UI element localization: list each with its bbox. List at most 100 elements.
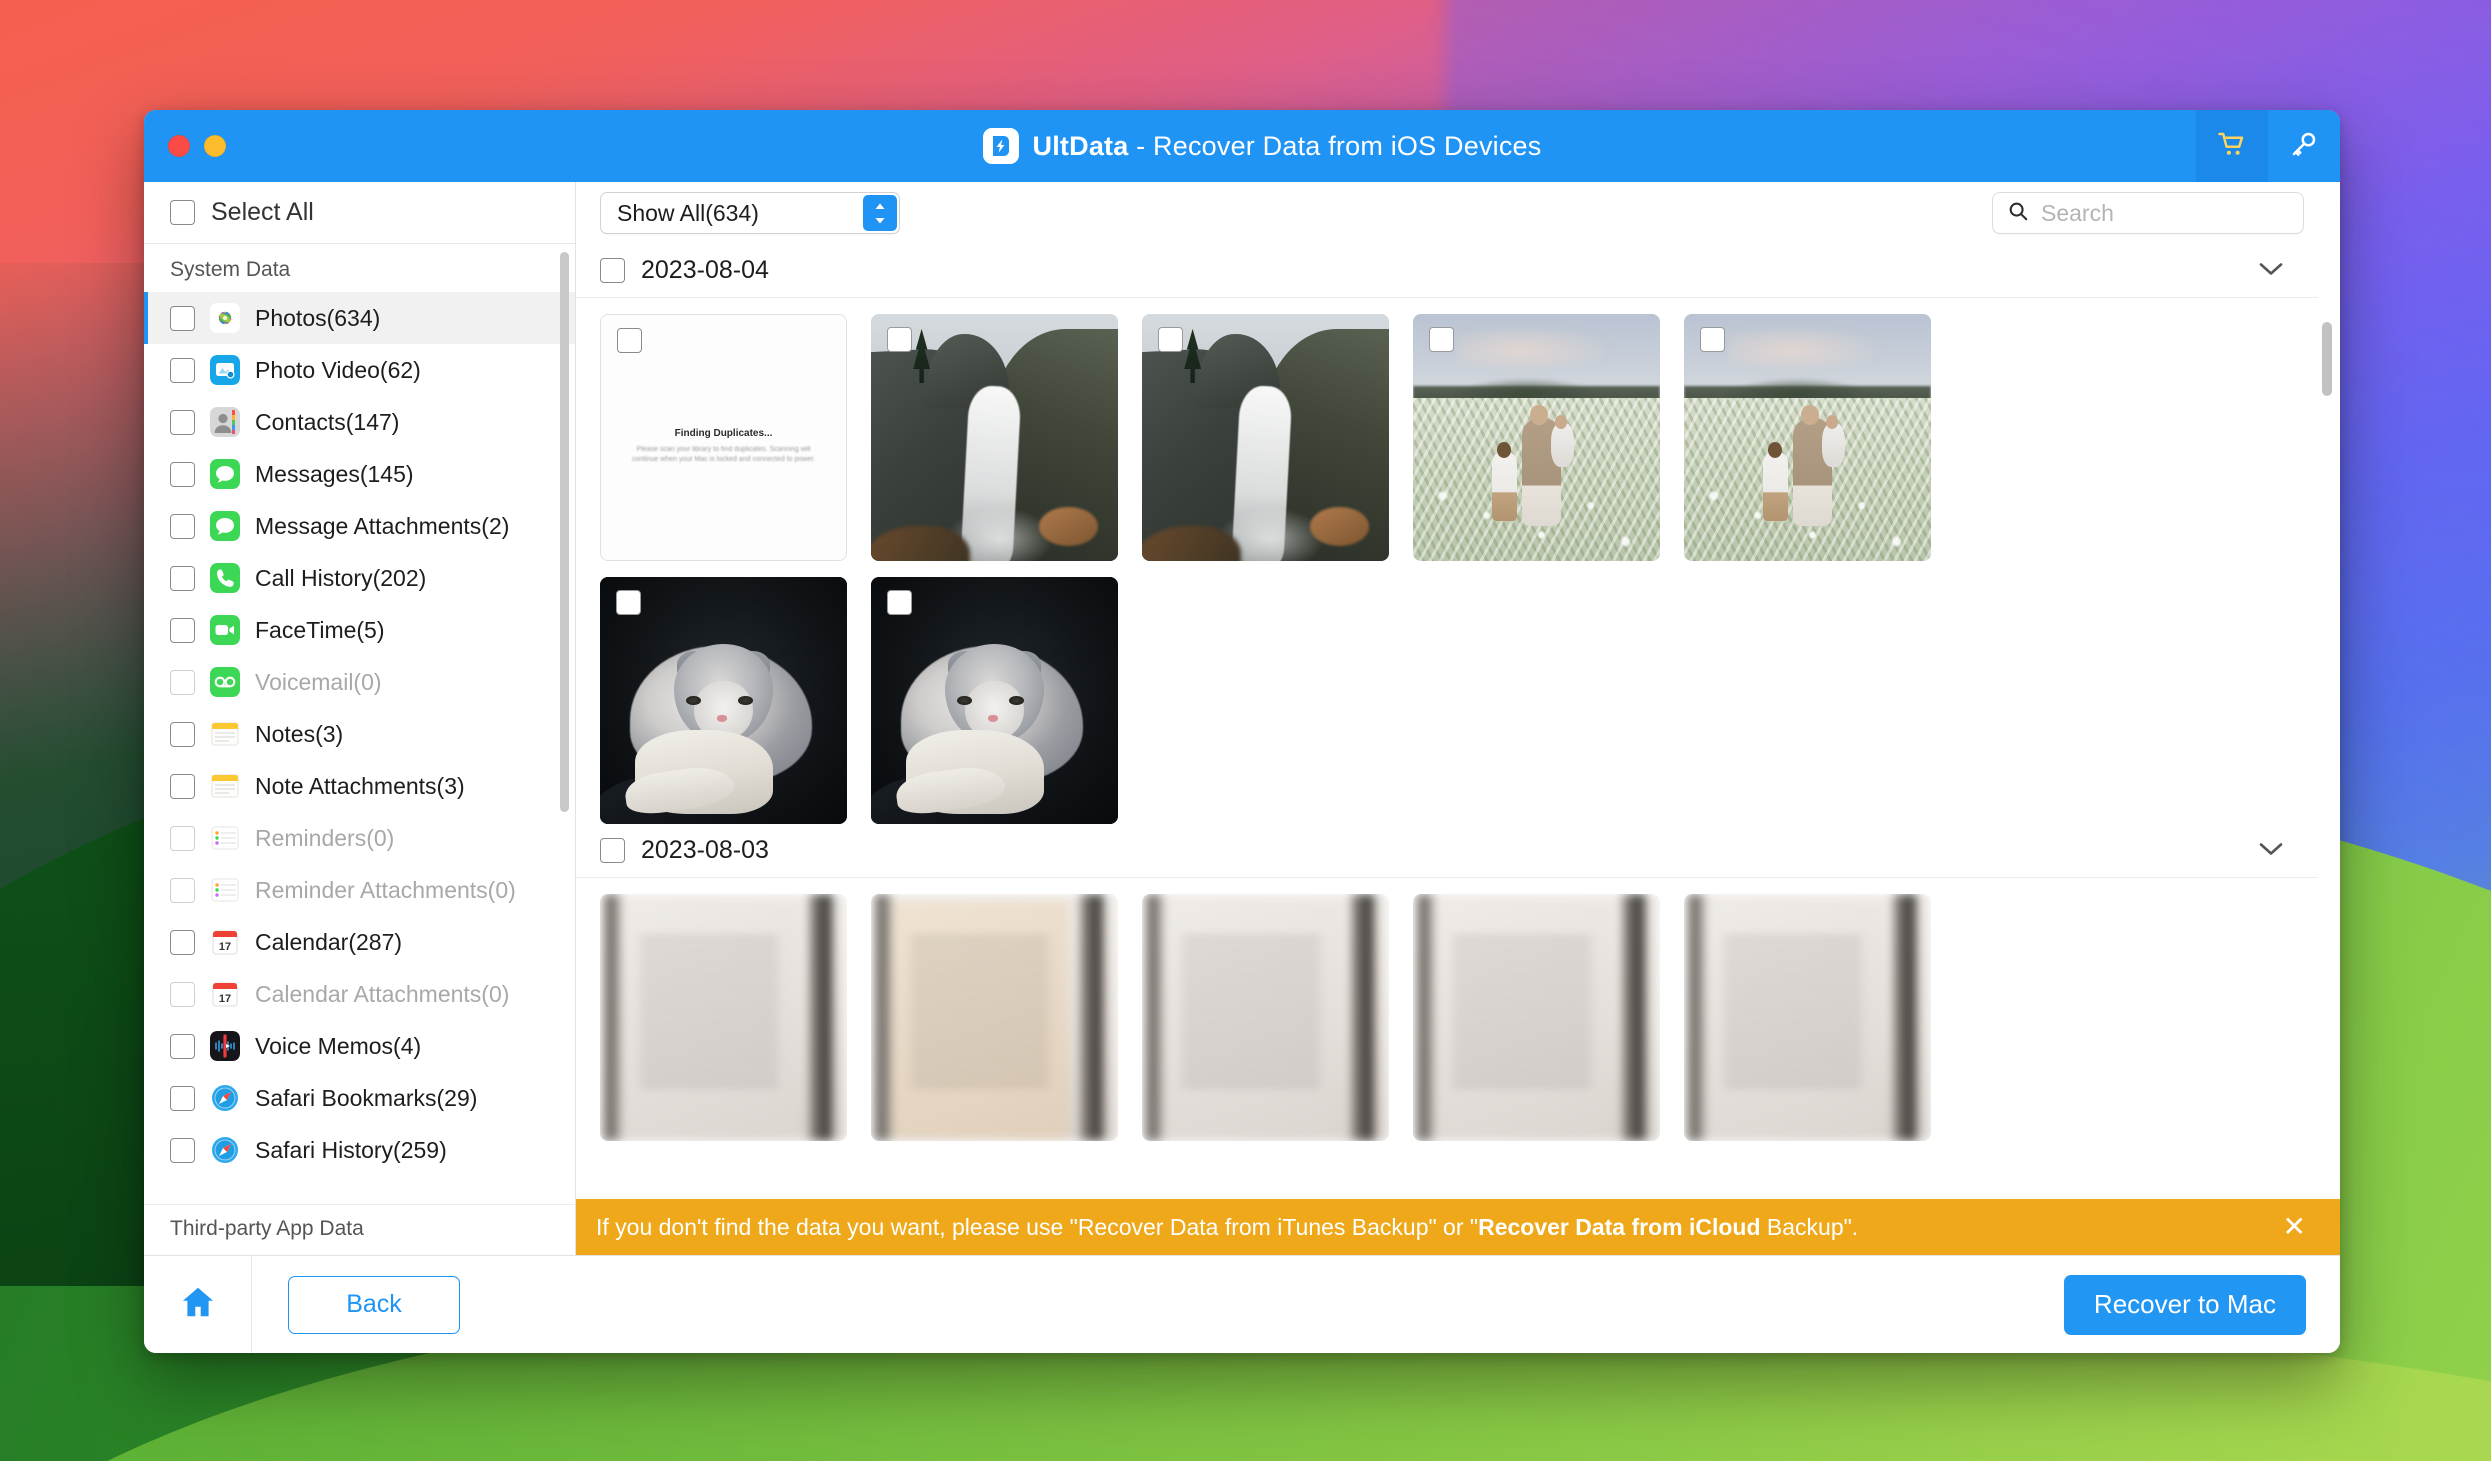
- search-icon: [2007, 200, 2029, 227]
- app-subtitle: - Recover Data from iOS Devices: [1128, 130, 1542, 161]
- sidebar-item-checkbox[interactable]: [170, 617, 195, 643]
- sidebar-item-checkbox[interactable]: [170, 825, 195, 851]
- sidebar-item-checkbox[interactable]: [170, 461, 195, 487]
- reminder-attachments-icon: [210, 875, 240, 905]
- sidebar-item-label: Reminders(0): [255, 824, 395, 851]
- sidebar-item-notes[interactable]: Notes(3): [144, 708, 575, 760]
- sidebar-item-checkbox[interactable]: [170, 513, 195, 539]
- chevron-down-icon[interactable]: [2258, 260, 2284, 281]
- traffic-light-controls: [168, 135, 226, 157]
- sidebar-item-photos[interactable]: Photos(634): [144, 292, 575, 344]
- sidebar-item-checkbox[interactable]: [170, 1137, 195, 1163]
- sidebar-item-checkbox[interactable]: [170, 877, 195, 903]
- sidebar-item-reminder-attachments[interactable]: Reminder Attachments(0): [144, 864, 575, 916]
- sidebar-item-checkbox[interactable]: [170, 1033, 195, 1059]
- window-titlebar: UltData - Recover Data from iOS Devices: [144, 110, 2340, 182]
- sidebar-item-voicemail[interactable]: Voicemail(0): [144, 656, 575, 708]
- date-group: 2023-08-03: [576, 824, 2318, 1141]
- sidebar-item-message-attachments[interactable]: Message Attachments(2): [144, 500, 575, 552]
- content-toolbar: Show All(634) Search: [576, 182, 2340, 244]
- sidebar-item-facetime[interactable]: FaceTime(5): [144, 604, 575, 656]
- home-button[interactable]: [144, 1256, 252, 1353]
- photo-thumbnail-checkbox[interactable]: [1700, 327, 1725, 352]
- close-window-button[interactable]: [168, 135, 190, 157]
- select-all-checkbox[interactable]: [170, 200, 195, 225]
- photo-thumbnail[interactable]: [871, 577, 1118, 824]
- photo-thumbnail-checkbox[interactable]: [1158, 327, 1183, 352]
- photo-thumbnail[interactable]: [600, 894, 847, 1141]
- photo-thumbnail[interactable]: [600, 577, 847, 824]
- photo-thumbnail-checkbox[interactable]: [887, 327, 912, 352]
- photo-video-icon: [210, 355, 240, 385]
- sidebar-item-contacts[interactable]: Contacts(147): [144, 396, 575, 448]
- thumbnail-row: [576, 561, 2318, 824]
- sidebar-item-safari-bookmarks[interactable]: Safari Bookmarks(29): [144, 1072, 575, 1124]
- sidebar: Select All System Data Photos(634) Photo …: [144, 182, 576, 1255]
- sidebar-item-checkbox[interactable]: [170, 669, 195, 695]
- info-banner-text-start: If you don't find the data you want, ple…: [596, 1213, 1479, 1240]
- info-banner-text: If you don't find the data you want, ple…: [596, 1214, 1858, 1241]
- photo-thumbnail[interactable]: [1684, 894, 1931, 1141]
- register-key-button[interactable]: [2268, 110, 2340, 182]
- photo-thumbnail[interactable]: [871, 314, 1118, 561]
- sidebar-item-checkbox[interactable]: [170, 1085, 195, 1111]
- photo-thumbnail-checkbox[interactable]: [617, 328, 642, 353]
- sidebar-item-checkbox[interactable]: [170, 721, 195, 747]
- ultdata-app-window: UltData - Recover Data from iOS Devices: [144, 110, 2340, 1353]
- photo-thumbnail-checkbox[interactable]: [1429, 327, 1454, 352]
- photo-thumbnail[interactable]: [1142, 314, 1389, 561]
- contacts-icon: [210, 407, 240, 437]
- select-all-row[interactable]: Select All: [144, 182, 575, 244]
- back-button[interactable]: Back: [288, 1275, 460, 1334]
- sidebar-item-checkbox[interactable]: [170, 357, 195, 383]
- photo-thumbnail-checkbox[interactable]: [616, 590, 641, 615]
- sidebar-item-checkbox[interactable]: [170, 409, 195, 435]
- date-group-header[interactable]: 2023-08-03: [576, 824, 2318, 878]
- info-banner: If you don't find the data you want, ple…: [576, 1199, 2340, 1255]
- shopping-cart-button[interactable]: [2196, 110, 2268, 182]
- show-all-filter-select[interactable]: Show All(634): [600, 192, 900, 234]
- close-icon[interactable]: ✕: [2277, 1213, 2312, 1241]
- photo-thumbnail[interactable]: [871, 894, 1118, 1141]
- sidebar-item-calendar[interactable]: 17 Calendar(287): [144, 916, 575, 968]
- photo-thumbnail[interactable]: Finding Duplicates... Please scan your li…: [600, 314, 847, 561]
- sidebar-item-checkbox[interactable]: [170, 929, 195, 955]
- chevron-down-icon[interactable]: [2258, 840, 2284, 861]
- sidebar-item-call-history[interactable]: Call History(202): [144, 552, 575, 604]
- search-field[interactable]: Search: [1992, 192, 2304, 234]
- sidebar-scrollbar-thumb[interactable]: [560, 252, 569, 812]
- photo-thumbnail[interactable]: [1413, 314, 1660, 561]
- sidebar-item-messages[interactable]: Messages(145): [144, 448, 575, 500]
- svg-text:17: 17: [219, 993, 231, 1005]
- minimize-window-button[interactable]: [204, 135, 226, 157]
- sidebar-item-calendar-attachments[interactable]: 17 Calendar Attachments(0): [144, 968, 575, 1020]
- home-icon: [179, 1283, 217, 1326]
- stepper-updown-icon[interactable]: [863, 195, 897, 231]
- sidebar-item-checkbox[interactable]: [170, 981, 195, 1007]
- date-group-header[interactable]: 2023-08-04: [576, 244, 2318, 298]
- sidebar-scroll-area[interactable]: System Data Photos(634) Photo Video(62) Co…: [144, 244, 575, 1204]
- photo-thumbnail[interactable]: [1413, 894, 1660, 1141]
- photo-thumbnail[interactable]: [1142, 894, 1389, 1141]
- search-input[interactable]: Search: [2041, 200, 2114, 227]
- date-group-label: 2023-08-03: [641, 836, 769, 864]
- photo-thumbnail-checkbox[interactable]: [887, 590, 912, 615]
- content-scrollbar-thumb[interactable]: [2322, 322, 2332, 396]
- sidebar-item-label: Calendar Attachments(0): [255, 980, 510, 1007]
- sidebar-item-photo-video[interactable]: Photo Video(62): [144, 344, 575, 396]
- show-all-filter-value: Show All(634): [617, 199, 759, 226]
- sidebar-item-safari-history[interactable]: Safari History(259): [144, 1124, 575, 1176]
- sidebar-item-voice-memos[interactable]: Voice Memos(4): [144, 1020, 575, 1072]
- recover-to-mac-button[interactable]: Recover to Mac: [2063, 1274, 2306, 1335]
- photo-thumbnail[interactable]: [1684, 314, 1931, 561]
- sidebar-item-reminders[interactable]: Reminders(0): [144, 812, 575, 864]
- sidebar-item-checkbox[interactable]: [170, 773, 195, 799]
- sidebar-item-note-attachments[interactable]: Note Attachments(3): [144, 760, 575, 812]
- date-group-checkbox[interactable]: [600, 258, 625, 283]
- notes-icon: [210, 719, 240, 749]
- date-group-checkbox[interactable]: [600, 838, 625, 863]
- photo-grid-area[interactable]: 2023-08-04 Finding Duplicates... Please sc…: [576, 244, 2340, 1255]
- sidebar-item-checkbox[interactable]: [170, 565, 195, 591]
- sidebar-item-checkbox[interactable]: [170, 305, 195, 331]
- date-group-label: 2023-08-04: [641, 256, 769, 284]
